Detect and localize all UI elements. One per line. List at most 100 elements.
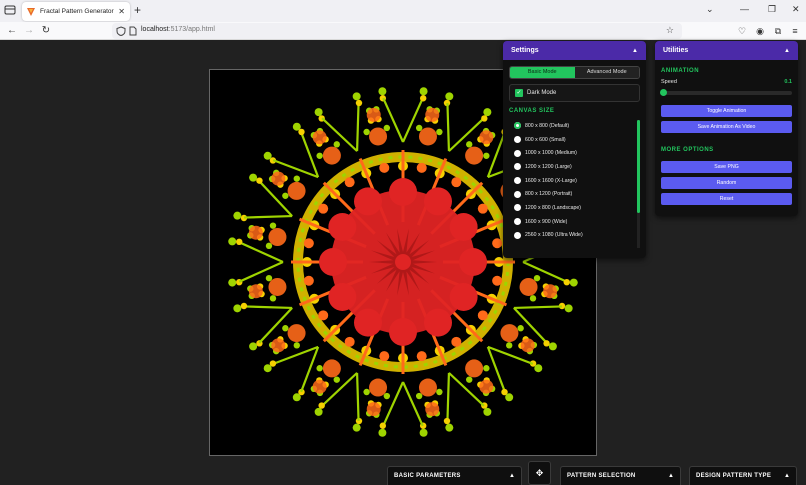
radio-button[interactable] — [514, 218, 521, 226]
fractal-bud — [378, 87, 387, 96]
fractal-bud — [379, 422, 387, 429]
canvas-size-option[interactable]: 800 x 1200 (Portrait) — [509, 187, 644, 201]
canvas-size-option[interactable]: 2560 x 1080 (Ultra Wide) — [509, 229, 644, 243]
speed-slider[interactable] — [660, 89, 792, 96]
move-handle-icon[interactable]: ✥ — [528, 461, 551, 485]
reset-button[interactable]: Reset — [661, 193, 792, 205]
collapse-icon[interactable]: ▲ — [784, 48, 790, 54]
fractal-bud — [228, 237, 237, 246]
fractal-lobe — [328, 213, 357, 241]
close-window-icon[interactable]: ✕ — [792, 4, 800, 15]
fractal-blossom — [312, 379, 327, 394]
fractal-branch — [446, 103, 451, 152]
list-tabs-icon[interactable]: ⌄ — [706, 4, 714, 15]
fractal-branch — [355, 103, 360, 152]
fractal-bud — [282, 192, 289, 199]
url-bar[interactable]: localhost:5173/app.html ☆ — [112, 23, 682, 39]
fractal-lobe — [449, 213, 478, 241]
speed-slider-thumb[interactable] — [660, 89, 668, 96]
fractal-lobe — [354, 308, 382, 337]
random-button[interactable]: Random — [661, 177, 792, 189]
fractal-bud — [269, 295, 277, 302]
fractal-blossom — [479, 130, 494, 145]
pattern-selection-panel[interactable]: PATTERN SELECTION ▲ — [560, 466, 681, 485]
fractal-lobe — [424, 187, 452, 216]
sidebar-icon[interactable] — [4, 4, 16, 16]
radio-button[interactable] — [514, 231, 521, 239]
design-pattern-type-panel[interactable]: DESIGN PATTERN TYPE ▲ — [689, 466, 797, 485]
browser-tab[interactable]: Fractal Pattern Generator ✕ — [22, 2, 130, 21]
shield-icon[interactable] — [116, 26, 126, 36]
canvas-size-option[interactable]: 800 x 800 (Default) — [509, 119, 644, 133]
dark-mode-checkbox[interactable]: ✓ — [515, 89, 523, 97]
fractal-bud — [419, 428, 428, 437]
back-icon[interactable]: ← — [5, 24, 19, 38]
fractal-bud — [506, 342, 513, 349]
settings-header[interactable]: Settings ▲ — [503, 41, 646, 60]
fractal-bud — [564, 304, 573, 313]
star-icon[interactable]: ☆ — [666, 25, 674, 36]
fractal-lobe — [389, 178, 417, 206]
fractal-bud — [534, 364, 543, 373]
utilities-header[interactable]: Utilities ▲ — [655, 41, 798, 60]
radio-button[interactable] — [514, 190, 521, 198]
canvas-size-option[interactable]: 1200 x 1200 (Large) — [509, 160, 644, 174]
fractal-bud — [379, 351, 390, 362]
save-png-button[interactable]: Save PNG — [661, 161, 792, 173]
canvas-size-label: 1600 x 900 (Wide) — [525, 218, 568, 225]
canvas-size-label: 800 x 800 (Default) — [525, 122, 570, 129]
fractal-blossom — [248, 225, 263, 240]
fractal-bud — [451, 336, 462, 347]
new-tab-button[interactable]: + — [134, 3, 141, 17]
fractal-bud — [256, 177, 263, 184]
expand-icon[interactable]: ▲ — [784, 473, 790, 479]
basic-parameters-title: BASIC PARAMETERS — [394, 473, 461, 479]
minimize-icon[interactable]: — — [740, 4, 749, 14]
fractal-branch — [244, 214, 293, 219]
canvas-size-option[interactable]: 1000 x 1000 (Medium) — [509, 146, 644, 160]
save-video-button[interactable]: Save Animation As Video — [661, 121, 792, 133]
restore-icon[interactable]: ❐ — [768, 4, 776, 15]
canvas-size-option[interactable]: 1600 x 1600 (X-Large) — [509, 174, 644, 188]
fractal-bud — [483, 407, 492, 416]
account-icon[interactable]: ◉ — [754, 25, 766, 37]
fractal-bud — [298, 128, 305, 136]
toggle-animation-button[interactable]: Toggle Animation — [661, 105, 792, 117]
canvas-size-label: 1200 x 800 (Landscape) — [525, 204, 581, 211]
radio-button[interactable] — [514, 136, 521, 144]
menu-icon[interactable]: ≡ — [789, 25, 801, 37]
reload-icon[interactable]: ↻ — [39, 24, 53, 38]
canvas-size-option[interactable]: 600 x 600 (Small) — [509, 133, 644, 147]
collapse-icon[interactable]: ▲ — [632, 48, 638, 54]
forward-icon[interactable]: → — [22, 24, 36, 38]
radio-button[interactable] — [514, 177, 521, 185]
advanced-mode-button[interactable]: Advanced Mode — [574, 67, 639, 78]
radio-button[interactable] — [514, 163, 521, 171]
extensions-icon[interactable]: ⧉ — [772, 25, 784, 37]
canvas-size-option[interactable]: 1600 x 900 (Wide) — [509, 215, 644, 229]
expand-icon[interactable]: ▲ — [668, 473, 674, 479]
fractal-lobe — [328, 283, 357, 311]
radio-button[interactable] — [514, 122, 521, 130]
dark-mode-row[interactable]: ✓ Dark Mode — [509, 84, 640, 102]
canvas-size-list: 800 x 800 (Default) 600 x 600 (Small) 1000… — [509, 119, 644, 249]
url-text[interactable]: localhost:5173/app.html — [141, 26, 215, 33]
basic-parameters-panel[interactable]: BASIC PARAMETERS ▲ — [387, 466, 522, 485]
fractal-branch — [321, 372, 358, 407]
utilities-title: Utilities — [663, 47, 689, 54]
fractal-lobe — [354, 187, 382, 216]
page-icon[interactable] — [128, 26, 138, 36]
pocket-icon[interactable]: ♡ — [736, 25, 748, 37]
radio-button[interactable] — [514, 204, 521, 212]
close-tab-icon[interactable]: ✕ — [118, 7, 125, 16]
fractal-blossom — [322, 359, 341, 378]
basic-mode-button[interactable]: Basic Mode — [510, 67, 575, 78]
radio-button[interactable] — [514, 149, 521, 157]
scrollbar-thumb[interactable] — [637, 120, 640, 213]
canvas-size-option[interactable]: 1200 x 800 (Landscape) — [509, 201, 644, 215]
fractal-bud — [378, 428, 387, 437]
speed-label: Speed — [661, 79, 677, 85]
fractal-bud — [316, 365, 323, 372]
expand-icon[interactable]: ▲ — [509, 473, 515, 479]
fractal-bud — [318, 203, 329, 214]
